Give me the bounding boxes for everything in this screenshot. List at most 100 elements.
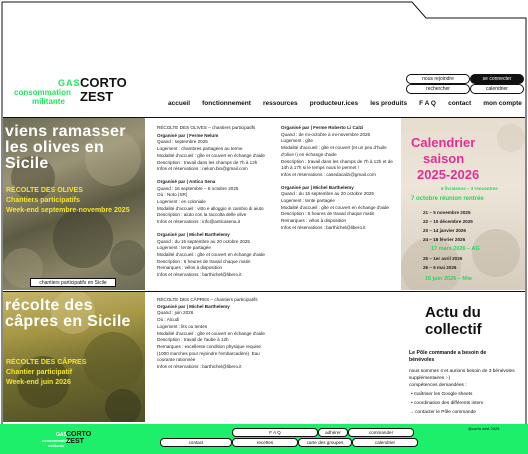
text-line: Modalité d'accueil : gîte et couvert en …: [157, 251, 265, 257]
news-title-line-1: Actu du: [425, 304, 481, 321]
logo-corto: CORTO: [80, 75, 127, 90]
email-link[interactable]: Infos et réservations : info@anticasena.…: [157, 219, 277, 226]
chantiers-link-button[interactable]: chantiers participatifs en Sicile: [30, 278, 116, 287]
card1-title-2: les olives en: [5, 139, 105, 156]
text-line: Remarques : excellente condition physiqu…: [157, 343, 261, 349]
calendar-button[interactable]: calendrier: [470, 84, 524, 94]
news-line-3: compétences demandées :: [409, 383, 467, 388]
text-line: Logement : lits ou tentes: [157, 323, 208, 329]
text-line: Modalité d'accueil : vitto e alloggio in…: [157, 205, 264, 211]
footer-recettes-button[interactable]: recettes: [232, 438, 298, 447]
text-line: Description : 5 heures de travail chaque…: [157, 258, 251, 264]
caper-harvest-photo[interactable]: récolte des câpres en Sicile RÉCOLTE DES…: [3, 292, 145, 422]
site-logo[interactable]: GAS CORTO consommation militante ZEST: [14, 75, 127, 108]
email-link[interactable]: Infos et réservations : barthichel@liber…: [157, 364, 397, 371]
card2-dates: Week-end juin 2026: [6, 379, 71, 386]
footer-commander-button[interactable]: commander: [348, 428, 414, 437]
text-line: Logement : en coloniale: [157, 199, 206, 205]
news-heading-2: bénévoles: [409, 357, 435, 363]
news-panel: Actu du collectif Le Pôle commande a bes…: [401, 292, 525, 422]
news-line-1: nous sommes 4 et aurions besoin de 3 bén…: [409, 369, 515, 374]
card1-org-2: Organisé par | Antica Sena: [157, 178, 216, 184]
card1-subtag: Chantiers participatifs: [6, 197, 80, 204]
logo-militante: militante: [32, 97, 65, 106]
nav-fonctionnement[interactable]: fonctionnement: [202, 100, 251, 107]
text-line: d'olive !) en échange d'aide: [281, 151, 337, 157]
card1-org-3: Organisé par | Michel Barthelemy: [157, 231, 230, 237]
text-line: Description : travail dans les champs de…: [281, 158, 393, 164]
footer-carte-button[interactable]: carte des groupes: [298, 438, 352, 447]
card2-title-2: câpres en Sicile: [5, 313, 131, 330]
text-line: Remarques : vélos à disposition: [157, 265, 223, 271]
footer-logo-corto: CORTO: [66, 431, 92, 438]
card1-tag: RÉCOLTE DES OLIVES: [6, 187, 83, 194]
text-line: Quand : juin 2026: [157, 310, 194, 316]
card1-title-3: Sicile: [5, 155, 49, 172]
nav-produits[interactable]: les produits: [370, 100, 407, 107]
card2-tag: RÉCOLTE DES CÂPRES: [6, 359, 87, 366]
calendar-date-4: 24 – 18 février 2026: [423, 237, 466, 242]
calendar-date-1: 21 – 5 novembre 2025: [423, 210, 471, 215]
text-line: Remarques : vélos à disposition: [281, 218, 347, 224]
text-line: Où : Noto (SR): [157, 192, 188, 198]
olive-harvest-photo[interactable]: viens ramasser les olives en Sicile RÉCO…: [3, 118, 145, 290]
news-heading-1: Le Pôle commande a besoin de: [409, 350, 487, 356]
email-link[interactable]: Infos et réservations : nelum.bio@gmail.…: [157, 166, 277, 173]
card2-org-1: Organisé par | Michel Barthelemy: [157, 303, 230, 309]
card1-col2: Organisé par | Ferme Roberto Li Calzi Qu…: [281, 125, 399, 232]
logo-consommation: consommation: [14, 88, 71, 97]
nav-contact[interactable]: contact: [448, 100, 471, 107]
footer-calendrier-button[interactable]: calendrier: [352, 438, 418, 447]
text-line: Où : Alcudi: [157, 317, 180, 323]
nav-producteurs[interactable]: producteur.ices: [310, 100, 358, 107]
card2-col1-header: RÉCOLTE DES CÂPRES – chantiers participa…: [157, 297, 258, 302]
text-line: Quand : du 15 septembre au 20 octobre 20…: [157, 238, 250, 244]
footer-logo-militante: militante: [48, 443, 65, 448]
calendar-title-2: saison: [423, 151, 465, 166]
text-line: Logement : tente partagée: [157, 245, 211, 251]
text-line: 14h à 17h si le temps nous le permet !: [281, 165, 359, 171]
calendar-date-5: 25 – 1er avril 2026: [423, 256, 463, 261]
copyright: @corto zest 2025: [468, 426, 500, 431]
footer-logo-zest: ZEST: [66, 438, 84, 445]
logo-zest: ZEST: [80, 89, 114, 104]
news-bullet-3[interactable]: → contacter le Pôle commande: [409, 409, 476, 416]
nav-mon-compte[interactable]: mon compte: [483, 100, 522, 107]
footer-adherer-button[interactable]: adhérer: [318, 428, 348, 437]
calendar-note-1: 6 livraisons – 3 rencontres: [441, 186, 498, 191]
text-line: Modalité d'accueil : gîte et couvert (et…: [281, 145, 387, 151]
news-bullet-1: • maîtriser les Google sheets: [411, 391, 472, 398]
calendar-date-2: 22 – 10 décembre 2025: [423, 219, 473, 224]
search-button[interactable]: rechercher: [406, 84, 470, 94]
login-button[interactable]: se connecter: [470, 74, 524, 84]
footer-faq-button[interactable]: F A Q: [232, 428, 318, 437]
calendar-poster[interactable]: Calendrier saison 2025-2026 6 livraisons…: [401, 118, 525, 290]
calendar-title-3: 2025-2026: [417, 167, 480, 182]
nav-faq[interactable]: F A Q: [419, 100, 436, 107]
logo-gas: GAS: [58, 78, 81, 88]
text-line: Quand : du 15 septembre au 20 octobre 20…: [281, 191, 374, 197]
news-bullet-text: maîtriser les Google sheets: [414, 392, 473, 397]
text-line: Modalité d'accueil : gîte et couvert en …: [157, 152, 265, 158]
card2-title-1: récolte des: [5, 297, 93, 314]
footer-contact-button[interactable]: contact: [160, 438, 232, 447]
card1-org-4: Organisé par | Ferme Roberto Li Calzi: [281, 125, 364, 130]
text-line: courante rationnée: [157, 357, 196, 363]
text-line: Modalité d'accueil : gîte et couvert en …: [157, 330, 265, 336]
text-line: Quand : septembre 2025: [157, 139, 208, 145]
arrow-right-icon: →: [409, 410, 414, 415]
nav-ressources[interactable]: ressources: [263, 100, 298, 107]
calendar-note-2: 7 octobre réunion rentrée: [411, 196, 484, 202]
email-link[interactable]: Infos et réservations : barthichel@liber…: [281, 225, 399, 232]
nav-accueil[interactable]: accueil: [168, 100, 190, 107]
bullet-icon: •: [411, 401, 413, 406]
calendar-fete: 15 juin 2026 – fête: [425, 276, 473, 282]
text-line: Quand : de mi-octobre à mi-novembre 2025: [281, 131, 371, 137]
card1-org-5: Organisé par | Michel Barthelemy: [281, 184, 354, 190]
card1-col1: RÉCOLTE DES OLIVES – chantiers participa…: [157, 125, 277, 279]
email-link[interactable]: Infos et réservations : barthichel@liber…: [157, 272, 277, 279]
text-line: Quand : 16 septembre – 8 octobre 2025: [157, 185, 239, 191]
text-line: Description : 5 heures de travail chaque…: [281, 211, 375, 217]
email-link[interactable]: Infos et réservations : casedacalzi@gmai…: [281, 172, 399, 179]
join-button[interactable]: nous rejoindre: [406, 74, 470, 84]
